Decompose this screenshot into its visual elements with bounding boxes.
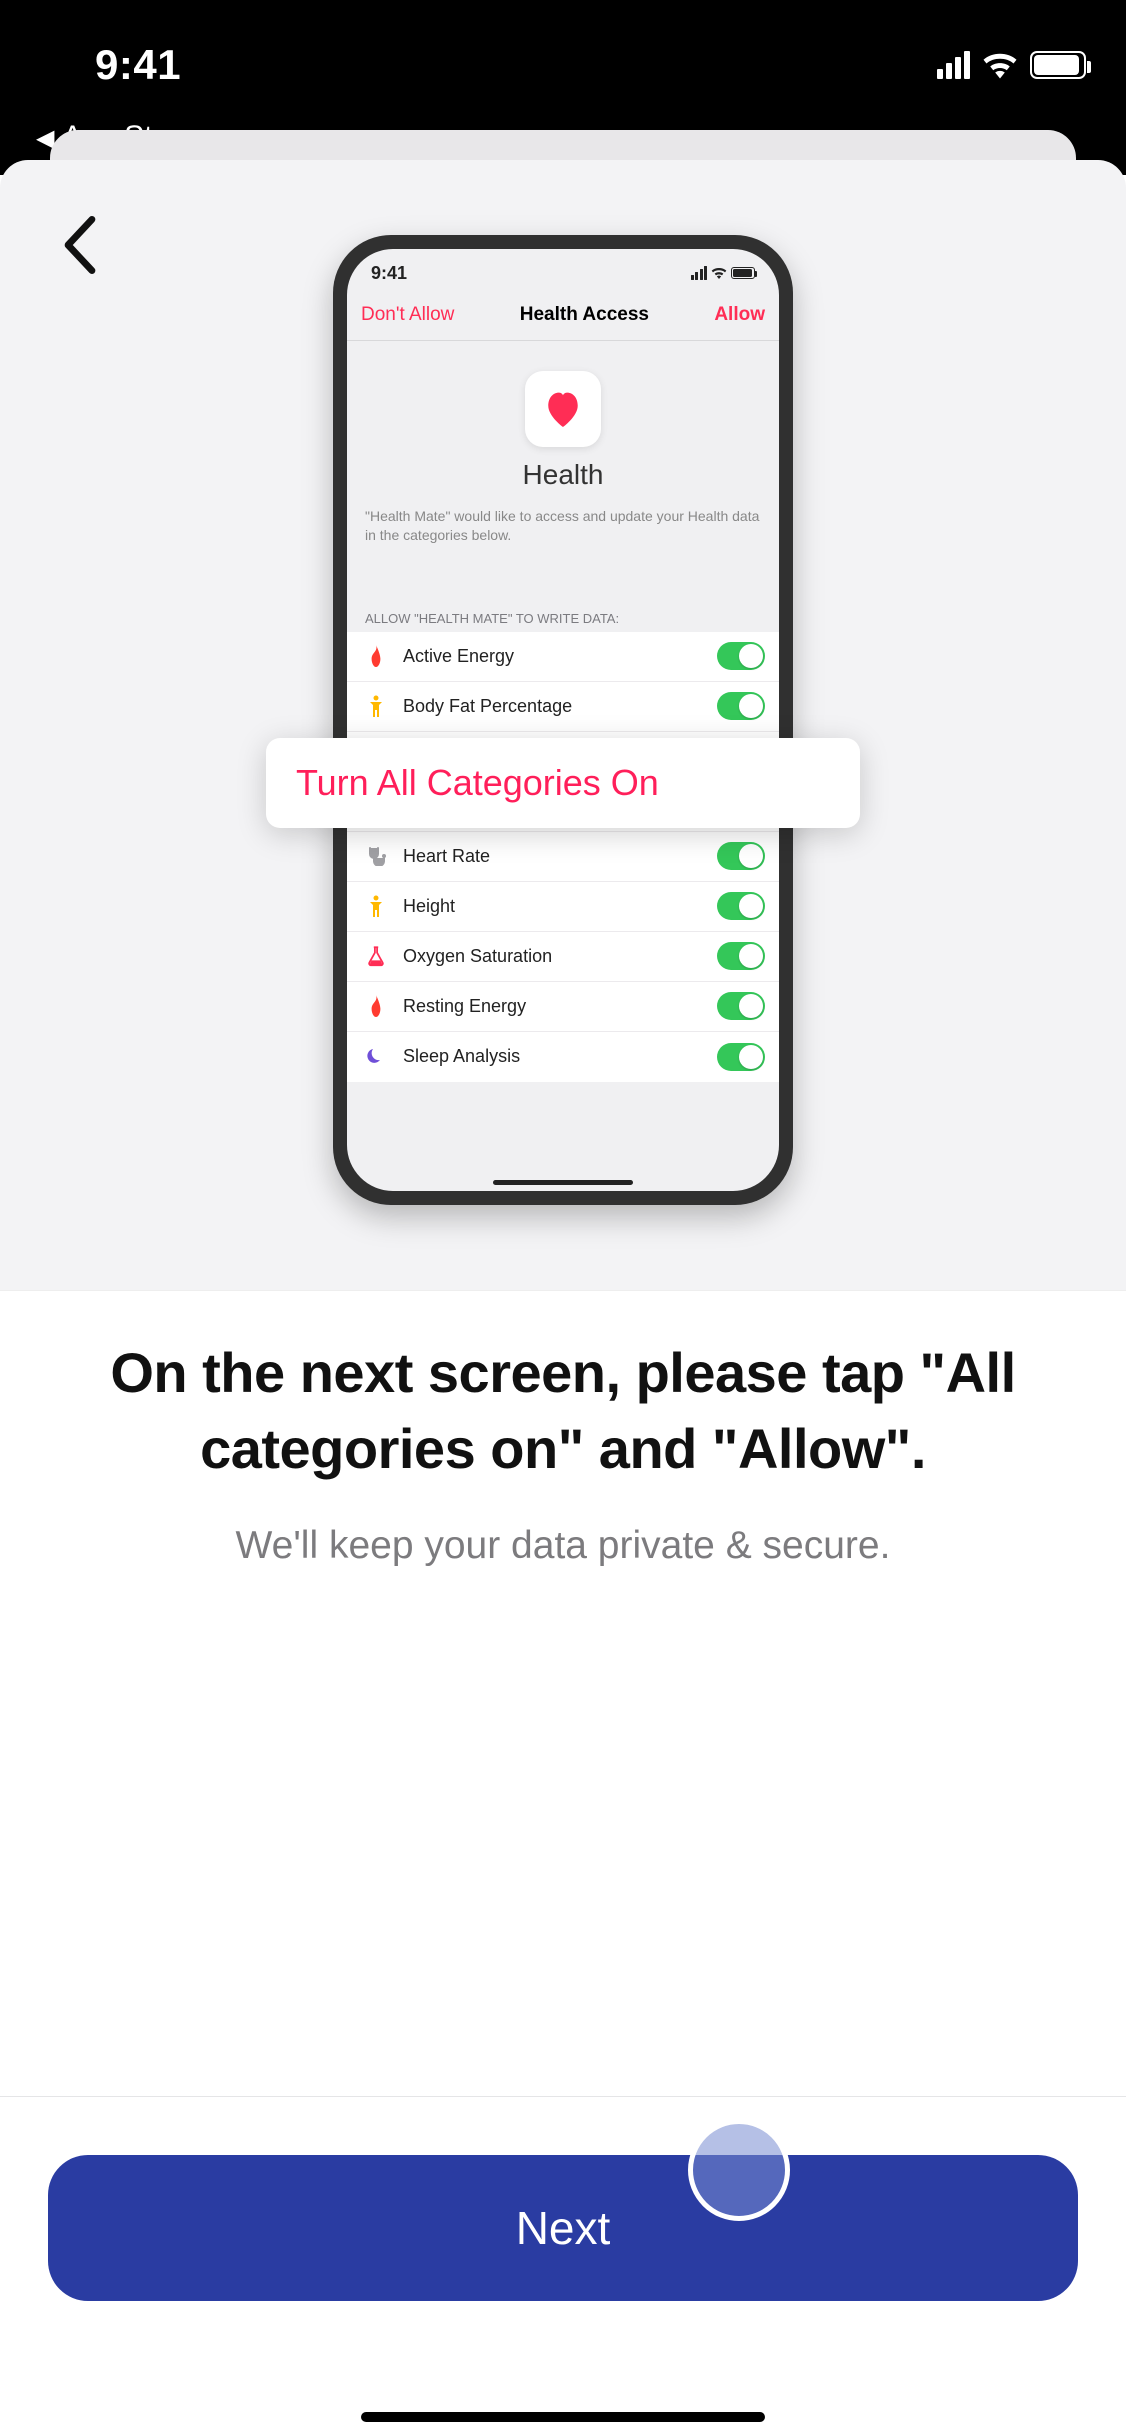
cellular-signal-icon [691, 266, 708, 280]
toggle-on-icon [717, 942, 765, 970]
flask-icon [361, 945, 391, 967]
mock-permission-row: Heart Rate [347, 832, 779, 882]
mock-phone-frame: 9:41 Don't Allow Health Access Allow [333, 235, 793, 1205]
wifi-icon [982, 51, 1018, 79]
turn-all-categories-pill: Turn All Categories On [266, 738, 860, 828]
mock-permission-label: Resting Energy [403, 996, 717, 1017]
battery-icon [1030, 51, 1086, 79]
mock-nav-title: Health Access [520, 304, 649, 326]
mock-permission-label: Active Energy [403, 646, 717, 667]
home-indicator[interactable] [361, 2412, 765, 2422]
body-icon [361, 895, 391, 917]
mock-phone-screen: 9:41 Don't Allow Health Access Allow [347, 249, 779, 1191]
toggle-on-icon [717, 842, 765, 870]
mock-permission-label: Height [403, 896, 717, 917]
cellular-signal-icon [937, 51, 970, 79]
mock-permission-row: Height [347, 882, 779, 932]
status-time: 9:41 [95, 41, 181, 89]
toggle-on-icon [717, 992, 765, 1020]
wifi-icon [711, 267, 727, 279]
toggle-on-icon [717, 642, 765, 670]
mock-permission-row: Resting Energy [347, 982, 779, 1032]
flame-icon [361, 995, 391, 1017]
health-app-icon [525, 371, 601, 447]
mock-allow-button: Allow [714, 304, 765, 326]
next-button-label: Next [516, 2201, 611, 2255]
illustration-container: 9:41 Don't Allow Health Access Allow [0, 235, 1126, 1290]
mock-permission-row: Oxygen Saturation [347, 932, 779, 982]
mock-permission-label: Heart Rate [403, 846, 717, 867]
mock-app-name: Health [347, 459, 779, 491]
toggle-on-icon [717, 1043, 765, 1071]
mock-permission-row: Body Fat Percentage [347, 682, 779, 732]
next-button[interactable]: Next [48, 2155, 1078, 2301]
device-status-bar: 9:41 [0, 0, 1126, 120]
main-sheet: 9:41 Don't Allow Health Access Allow [0, 160, 1126, 2436]
bottom-bar: Next [0, 2096, 1126, 2436]
status-right-cluster [937, 51, 1086, 79]
moon-icon [361, 1048, 391, 1066]
mock-status-time: 9:41 [371, 263, 407, 284]
flame-icon [361, 645, 391, 667]
instruction-headline: On the next screen, please tap "All cate… [50, 1335, 1076, 1486]
mock-status-bar: 9:41 [347, 249, 779, 289]
steth-icon [361, 846, 391, 866]
toggle-on-icon [717, 692, 765, 720]
mock-description: "Health Mate" would like to access and u… [347, 507, 779, 545]
mock-permission-label: Sleep Analysis [403, 1046, 717, 1067]
toggle-on-icon [717, 892, 765, 920]
battery-icon [731, 267, 755, 279]
mock-permission-label: Body Fat Percentage [403, 696, 717, 717]
body-icon [361, 695, 391, 717]
mock-nav-bar: Don't Allow Health Access Allow [347, 289, 779, 341]
mock-permission-label: Oxygen Saturation [403, 946, 717, 967]
mock-permission-row: Active Energy [347, 632, 779, 682]
heart-icon [543, 391, 583, 427]
mock-permission-list: Active EnergyBody Fat PercentageBody Mas… [347, 632, 779, 1082]
mock-home-indicator [493, 1180, 633, 1185]
mock-body: Health "Health Mate" would like to acces… [347, 341, 779, 1082]
mock-section-header: ALLOW "HEALTH MATE" TO WRITE DATA: [347, 545, 779, 632]
mock-dont-allow-button: Don't Allow [361, 304, 454, 326]
mock-permission-row: Sleep Analysis [347, 1032, 779, 1082]
instruction-subline: We'll keep your data private & secure. [50, 1524, 1076, 1568]
